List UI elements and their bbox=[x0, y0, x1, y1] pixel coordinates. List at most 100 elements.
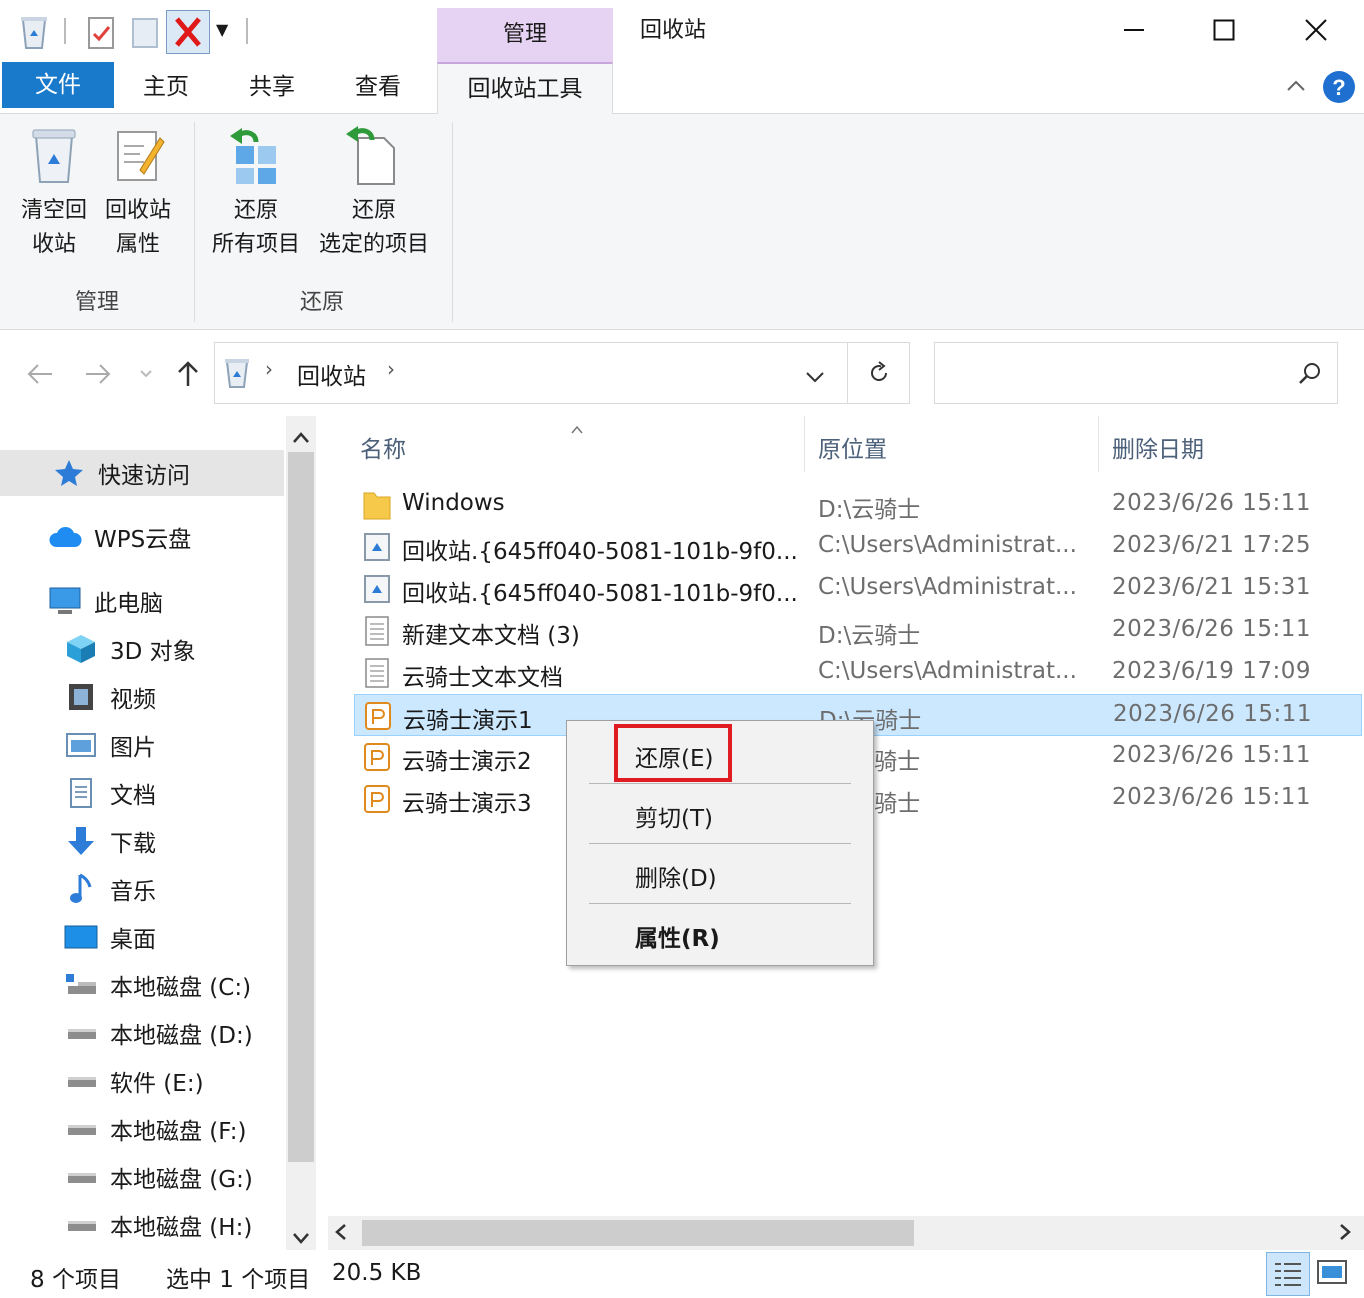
menu-separator bbox=[589, 783, 851, 784]
nav-item-drive-d[interactable]: 本地磁盘 (D:) bbox=[0, 1010, 284, 1056]
customize-toolbar-icon[interactable]: ▼ bbox=[216, 20, 228, 39]
drive-icon bbox=[64, 1112, 98, 1146]
nav-item-3d-objects[interactable]: 3D 对象 bbox=[0, 626, 284, 672]
scroll-up-icon[interactable] bbox=[291, 426, 311, 451]
file-row[interactable]: Windows D:\云骑士 2023/6/26 15:11 bbox=[354, 484, 1362, 526]
close-button[interactable] bbox=[1286, 8, 1346, 52]
file-date: 2023/6/21 17:25 bbox=[1112, 532, 1312, 558]
minimize-button[interactable] bbox=[1104, 8, 1164, 52]
tab-view[interactable]: 查看 bbox=[330, 62, 426, 114]
breadcrumb-separator-icon[interactable]: › bbox=[387, 357, 395, 381]
file-row[interactable]: 云骑士文本文档 C:\Users\Administrat... 2023/6/1… bbox=[354, 652, 1362, 694]
nav-item-label: 下载 bbox=[110, 831, 156, 857]
file-date: 2023/6/26 15:11 bbox=[1112, 742, 1312, 768]
properties-quick-icon[interactable] bbox=[86, 14, 118, 50]
restore-all-button[interactable]: 还原 所有项目 bbox=[204, 124, 308, 262]
empty-recycle-bin-icon bbox=[26, 124, 82, 186]
menu-item-properties[interactable]: 属性(R) bbox=[635, 919, 720, 953]
column-separator[interactable] bbox=[1098, 416, 1099, 472]
column-header-name[interactable]: 名称 bbox=[360, 430, 406, 464]
maximize-button[interactable] bbox=[1194, 8, 1254, 52]
forward-arrow-icon[interactable] bbox=[80, 356, 116, 392]
nav-item-quick-access[interactable]: 快速访问 bbox=[0, 450, 284, 496]
delete-quick-icon[interactable] bbox=[166, 10, 210, 54]
horizontal-scrollbar-thumb[interactable] bbox=[362, 1220, 914, 1246]
breadcrumb-recycle-bin[interactable]: 回收站 bbox=[297, 357, 366, 391]
tab-home[interactable]: 主页 bbox=[118, 62, 214, 114]
restore-highlight-box bbox=[614, 724, 732, 782]
scroll-left-icon[interactable] bbox=[334, 1222, 348, 1248]
menu-item-cut[interactable]: 剪切(T) bbox=[635, 799, 713, 833]
nav-item-label: 快速访问 bbox=[98, 463, 190, 489]
nav-item-downloads[interactable]: 下载 bbox=[0, 818, 284, 864]
file-row[interactable]: 回收站.{645ff040-5081-101b-9f0... C:\Users\… bbox=[354, 526, 1362, 568]
recycle-bin-properties-button[interactable]: 回收站 属性 bbox=[98, 124, 178, 262]
status-item-count: 8 个项目 bbox=[30, 1267, 121, 1293]
refresh-icon bbox=[870, 361, 887, 381]
file-row[interactable]: 新建文本文档 (3) D:\云骑士 2023/6/26 15:11 bbox=[354, 610, 1362, 652]
nav-item-videos[interactable]: 视频 bbox=[0, 674, 284, 720]
nav-item-label: 本地磁盘 (G:) bbox=[110, 1167, 253, 1193]
nav-item-drive-h[interactable]: 本地磁盘 (H:) bbox=[0, 1202, 284, 1248]
menu-separator bbox=[589, 903, 851, 904]
ribbon-group-separator bbox=[194, 122, 195, 322]
details-view-icon bbox=[1275, 1263, 1301, 1286]
restore-selected-button[interactable]: 还原 选定的项目 bbox=[312, 124, 436, 262]
nav-item-desktop[interactable]: 桌面 bbox=[0, 914, 284, 960]
tab-recycle-bin-tools[interactable]: 回收站工具 bbox=[437, 62, 613, 116]
menu-separator bbox=[589, 843, 851, 844]
up-arrow-icon[interactable] bbox=[170, 356, 206, 392]
navigation-pane: 快速访问 WPS云盘 此电脑 3D 对象 视频 图片 文档 下载 音乐 桌面 本… bbox=[0, 416, 318, 1250]
desktop-icon bbox=[64, 920, 98, 954]
column-header-location[interactable]: 原位置 bbox=[818, 430, 887, 464]
file-row[interactable]: 回收站.{645ff040-5081-101b-9f0... C:\Users\… bbox=[354, 568, 1362, 610]
nav-item-this-pc[interactable]: 此电脑 bbox=[0, 578, 284, 624]
nav-item-label: 本地磁盘 (F:) bbox=[110, 1119, 247, 1145]
nav-item-drive-e[interactable]: 软件 (E:) bbox=[0, 1058, 284, 1104]
presentation-file-icon bbox=[362, 783, 392, 815]
nav-item-label: 本地磁盘 (C:) bbox=[110, 975, 252, 1001]
navigation-bar: › 回收站 › bbox=[0, 330, 1364, 416]
tab-file[interactable]: 文件 bbox=[2, 62, 114, 108]
nav-item-drive-c[interactable]: 本地磁盘 (C:) bbox=[0, 962, 284, 1008]
details-view-button[interactable] bbox=[1266, 1252, 1310, 1296]
breadcrumb-separator-icon[interactable]: › bbox=[265, 357, 273, 381]
nav-item-label: 桌面 bbox=[110, 927, 156, 953]
refresh-button[interactable] bbox=[848, 342, 910, 404]
nav-item-music[interactable]: 音乐 bbox=[0, 866, 284, 912]
drive-icon bbox=[64, 1208, 98, 1242]
ribbon-tab-bar: 文件 主页 共享 查看 回收站工具 ? bbox=[0, 62, 1364, 116]
nav-item-documents[interactable]: 文档 bbox=[0, 770, 284, 816]
tab-share[interactable]: 共享 bbox=[224, 62, 320, 114]
nav-item-drive-g[interactable]: 本地磁盘 (G:) bbox=[0, 1154, 284, 1200]
scroll-down-icon[interactable] bbox=[291, 1226, 311, 1250]
file-name: 云骑士文本文档 bbox=[402, 665, 563, 691]
recent-locations-chevron-icon[interactable] bbox=[134, 356, 158, 392]
nav-item-pictures[interactable]: 图片 bbox=[0, 722, 284, 768]
collapse-ribbon-icon[interactable] bbox=[1284, 74, 1308, 104]
address-bar[interactable]: › 回收站 › bbox=[214, 342, 848, 404]
menu-item-delete[interactable]: 删除(D) bbox=[635, 859, 717, 893]
search-input[interactable] bbox=[934, 342, 1338, 404]
column-header-date[interactable]: 删除日期 bbox=[1112, 430, 1204, 464]
file-location: C:\Users\Administrat... bbox=[818, 532, 1077, 558]
title-bar: ▼ 管理 回收站 bbox=[0, 0, 1364, 62]
nav-scrollbar-thumb[interactable] bbox=[288, 452, 314, 1162]
pictures-icon bbox=[64, 728, 98, 762]
sort-ascending-icon bbox=[570, 416, 584, 441]
large-icons-view-icon bbox=[1317, 1260, 1347, 1284]
address-dropdown-chevron-icon[interactable] bbox=[805, 365, 825, 390]
nav-item-wps-cloud[interactable]: WPS云盘 bbox=[0, 514, 284, 560]
text-file-icon bbox=[362, 657, 392, 689]
nav-item-drive-f[interactable]: 本地磁盘 (F:) bbox=[0, 1106, 284, 1152]
new-folder-quick-icon[interactable] bbox=[130, 14, 162, 50]
large-icons-view-button[interactable] bbox=[1316, 1258, 1348, 1294]
back-arrow-icon[interactable] bbox=[22, 356, 58, 392]
search-icon[interactable] bbox=[1297, 361, 1323, 393]
empty-recycle-bin-button[interactable]: 清空回 收站 bbox=[14, 124, 94, 262]
scroll-right-icon[interactable] bbox=[1338, 1222, 1352, 1248]
file-date: 2023/6/19 17:09 bbox=[1112, 658, 1312, 684]
help-icon[interactable]: ? bbox=[1322, 70, 1356, 110]
column-separator[interactable] bbox=[804, 416, 805, 472]
file-location: D:\云骑士 bbox=[818, 623, 921, 649]
